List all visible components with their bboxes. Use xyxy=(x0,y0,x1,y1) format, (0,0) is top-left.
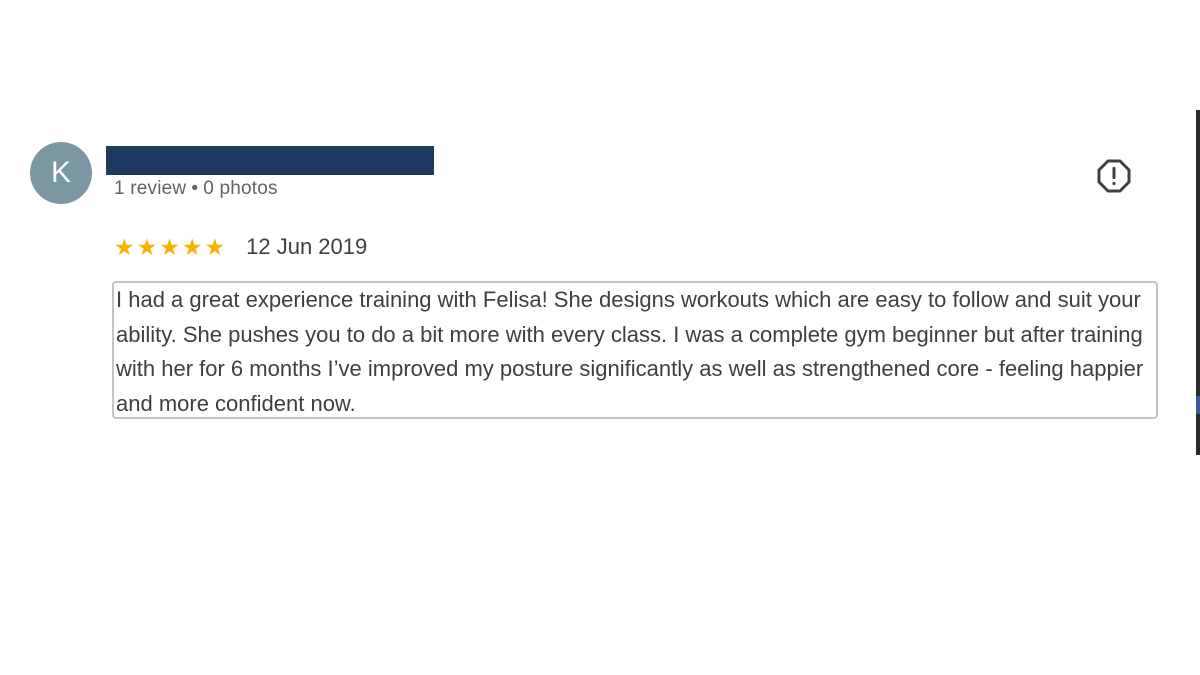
star-icon: ★ xyxy=(114,234,135,260)
star-icon: ★ xyxy=(181,234,203,260)
review-date: 12 Jun 2019 xyxy=(246,234,368,259)
star-icon: ★ xyxy=(159,234,180,260)
adjacent-panel-accent xyxy=(1196,396,1200,414)
reviewer-meta: 1 review • 0 photos xyxy=(114,178,278,200)
report-flag-icon xyxy=(1097,159,1131,193)
star-rating: ★ ★ ★ ★ ★ xyxy=(114,234,225,260)
review-card: K 1 review • 0 photos ★ ★ ★ ★ ★ 12 Jun 201… xyxy=(0,0,1200,675)
star-icon: ★ xyxy=(204,234,226,260)
star-icon: ★ xyxy=(136,234,158,260)
avatar-initial: K xyxy=(50,156,71,189)
photo-count: 0 photos xyxy=(203,178,278,199)
review-count: 1 review xyxy=(114,178,187,199)
rating-row: ★ ★ ★ ★ ★ 12 Jun 2019 xyxy=(114,232,367,262)
review-text-box: I had a great experience training with F… xyxy=(112,281,1158,419)
meta-separator: • xyxy=(191,178,199,199)
avatar[interactable]: K xyxy=(30,142,92,204)
report-review-button[interactable] xyxy=(1097,159,1131,193)
reviewer-name-redacted[interactable] xyxy=(106,146,434,175)
review-text: I had a great experience training with F… xyxy=(116,287,1144,416)
